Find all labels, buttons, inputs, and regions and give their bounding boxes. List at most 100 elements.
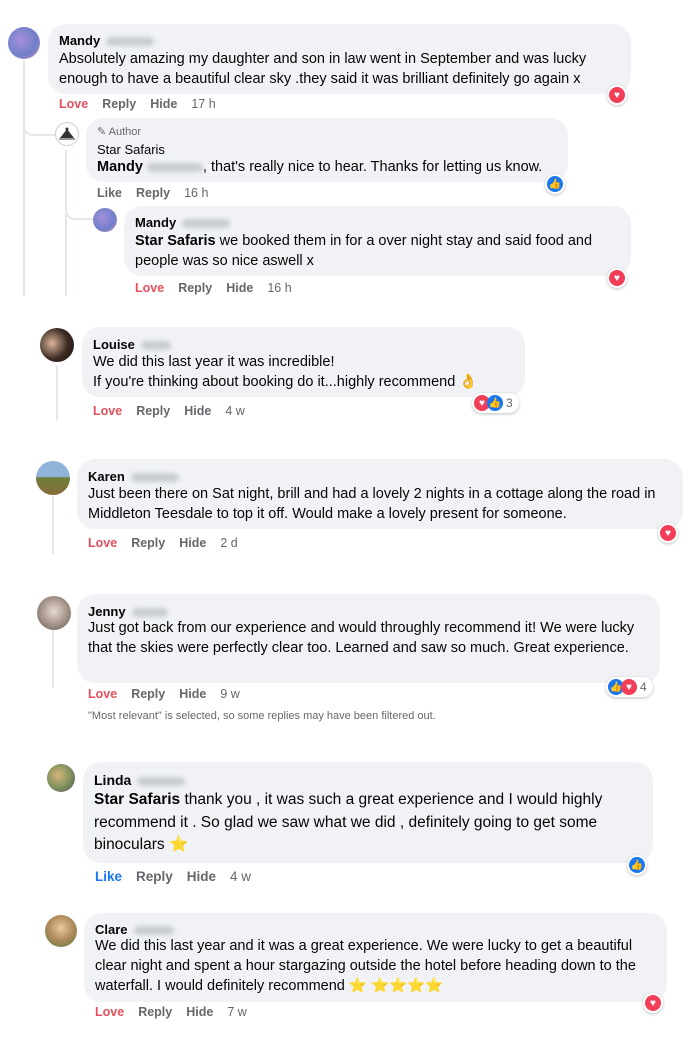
commenter-name[interactable]: Clare bbox=[95, 922, 174, 937]
thumbs-up-icon: 👍 bbox=[547, 176, 563, 192]
timestamp[interactable]: 16 h bbox=[184, 186, 208, 200]
heart-icon: ♥ bbox=[621, 679, 637, 695]
mention[interactable]: Mandy bbox=[97, 159, 143, 175]
comment-text: We did this last year it was incredible!… bbox=[93, 354, 478, 390]
avatar[interactable] bbox=[36, 461, 70, 495]
reaction-badge[interactable]: ♥ bbox=[658, 523, 678, 543]
timestamp[interactable]: 4 w bbox=[225, 404, 244, 418]
like-button[interactable]: Like bbox=[97, 186, 122, 200]
love-button[interactable]: Love bbox=[88, 687, 117, 701]
reply-button[interactable]: Reply bbox=[138, 1005, 172, 1019]
pencil-icon: ✎ bbox=[97, 126, 107, 138]
comment-bubble: Linda Star Safaris thank you , it was su… bbox=[83, 762, 653, 863]
thread-line bbox=[52, 630, 54, 688]
comment-actions: Like Reply Hide 4 w bbox=[95, 869, 265, 884]
thread-line bbox=[65, 150, 67, 296]
love-button[interactable]: Love bbox=[95, 1005, 124, 1019]
heart-icon: ♥ bbox=[609, 87, 625, 103]
mention[interactable]: Star Safaris bbox=[135, 233, 216, 249]
reaction-badge[interactable]: 👍 bbox=[545, 174, 565, 194]
timestamp[interactable]: 7 w bbox=[227, 1005, 246, 1019]
filter-note: "Most relevant" is selected, so some rep… bbox=[88, 710, 436, 722]
love-button[interactable]: Love bbox=[93, 404, 122, 418]
thread-line bbox=[56, 366, 58, 420]
heart-icon: ♥ bbox=[609, 270, 625, 286]
thread-line bbox=[52, 496, 54, 554]
comment-actions: Love Reply Hide 7 w bbox=[95, 1005, 261, 1019]
thumbs-up-icon: 👍 bbox=[629, 857, 645, 873]
hide-button[interactable]: Hide bbox=[226, 281, 253, 295]
author-tag: ✎ Author bbox=[97, 126, 142, 138]
timestamp[interactable]: 2 d bbox=[220, 536, 237, 550]
commenter-name[interactable]: Karen bbox=[88, 469, 179, 484]
commenter-name[interactable]: Mandy bbox=[135, 215, 231, 230]
comment-actions: Love Reply Hide 16 h bbox=[135, 281, 306, 295]
reaction-badge[interactable]: ♥ bbox=[643, 993, 663, 1013]
hide-button[interactable]: Hide bbox=[186, 1005, 213, 1019]
comment-text: Absolutely amazing my daughter and son i… bbox=[59, 51, 587, 87]
reaction-badge[interactable]: ♥ bbox=[607, 268, 627, 288]
heart-icon: ♥ bbox=[645, 995, 661, 1011]
thread-connector bbox=[65, 198, 93, 220]
heart-icon: ♥ bbox=[660, 525, 676, 541]
comment-bubble: Karen Just been there on Sat night, bril… bbox=[77, 459, 683, 529]
avatar[interactable] bbox=[45, 915, 77, 947]
reaction-count: 4 bbox=[640, 680, 647, 694]
timestamp[interactable]: 9 w bbox=[220, 687, 239, 701]
timestamp[interactable]: 17 h bbox=[191, 97, 215, 111]
avatar[interactable] bbox=[93, 208, 117, 232]
hide-button[interactable]: Hide bbox=[187, 869, 216, 884]
reaction-badge[interactable]: ♥ 👍 3 bbox=[472, 393, 519, 413]
like-button[interactable]: Like bbox=[95, 869, 122, 884]
comment-actions: Love Reply Hide 4 w bbox=[93, 404, 259, 418]
love-button[interactable]: Love bbox=[59, 97, 88, 111]
hide-button[interactable]: Hide bbox=[150, 97, 177, 111]
reaction-badge[interactable]: ♥ bbox=[607, 85, 627, 105]
love-button[interactable]: Love bbox=[88, 536, 117, 550]
avatar[interactable] bbox=[40, 328, 74, 362]
reply-button[interactable]: Reply bbox=[131, 536, 165, 550]
thumbs-up-icon: 👍 bbox=[487, 395, 503, 411]
comment-actions: Love Reply Hide 2 d bbox=[88, 536, 252, 550]
comment-actions: Love Reply Hide 9 w bbox=[88, 687, 254, 701]
comment-bubble: Jenny Just got back from our experience … bbox=[77, 594, 660, 683]
reply-button[interactable]: Reply bbox=[136, 404, 170, 418]
timestamp[interactable]: 16 h bbox=[267, 281, 291, 295]
avatar[interactable] bbox=[8, 27, 40, 59]
hide-button[interactable]: Hide bbox=[179, 687, 206, 701]
reply-button[interactable]: Reply bbox=[136, 186, 170, 200]
hide-button[interactable]: Hide bbox=[184, 404, 211, 418]
comment-bubble: Clare We did this last year and it was a… bbox=[84, 913, 667, 1002]
comment-text: Star Safaris we booked them in for a ove… bbox=[135, 233, 593, 269]
reply-button[interactable]: Reply bbox=[178, 281, 212, 295]
reply-button[interactable]: Reply bbox=[131, 687, 165, 701]
comment-text: Just been there on Sat night, brill and … bbox=[88, 486, 656, 522]
hide-button[interactable]: Hide bbox=[179, 536, 206, 550]
comment-bubble: Mandy Absolutely amazing my daughter and… bbox=[48, 24, 631, 94]
mention[interactable]: Star Safaris bbox=[94, 791, 180, 808]
avatar[interactable] bbox=[47, 764, 75, 792]
comment-text: Just got back from our experience and wo… bbox=[88, 620, 635, 656]
timestamp[interactable]: 4 w bbox=[230, 869, 251, 884]
reaction-badge[interactable]: 👍 bbox=[627, 855, 647, 875]
comment-bubble: ✎ Author Star Safaris Mandy, that's real… bbox=[86, 118, 568, 182]
reply-button[interactable]: Reply bbox=[102, 97, 136, 111]
reaction-count: 3 bbox=[506, 396, 513, 410]
avatar[interactable] bbox=[37, 596, 71, 630]
reaction-badge[interactable]: 👍 ♥ 4 bbox=[606, 677, 653, 697]
comment-text: We did this last year and it was a great… bbox=[95, 938, 636, 994]
comment-bubble: Mandy Star Safaris we booked them in for… bbox=[124, 206, 631, 276]
comment-text: Mandy, that's really nice to hear. Thank… bbox=[97, 159, 543, 175]
commenter-name[interactable]: Star Safaris bbox=[97, 142, 165, 157]
commenter-name[interactable]: Linda bbox=[94, 772, 186, 788]
commenter-name[interactable]: Jenny bbox=[88, 604, 168, 619]
reply-button[interactable]: Reply bbox=[136, 869, 173, 884]
thread-connector bbox=[23, 112, 57, 136]
love-button[interactable]: Love bbox=[135, 281, 164, 295]
comment-actions: Love Reply Hide 17 h bbox=[59, 97, 230, 111]
page-avatar[interactable] bbox=[55, 122, 79, 146]
commenter-name[interactable]: Louise bbox=[93, 337, 171, 352]
commenter-name[interactable]: Mandy bbox=[59, 33, 155, 48]
comment-bubble: Louise We did this last year it was incr… bbox=[82, 327, 525, 397]
star-safaris-logo bbox=[59, 127, 75, 140]
